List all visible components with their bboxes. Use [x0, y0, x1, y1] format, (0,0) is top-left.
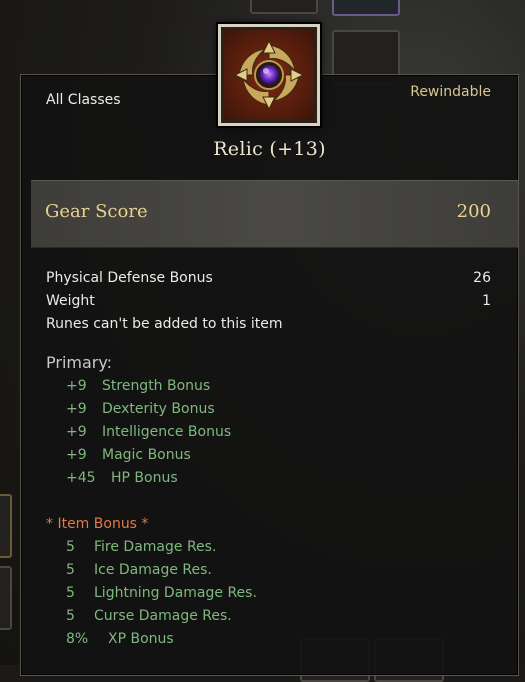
- stat-name: Magic Bonus: [102, 447, 191, 463]
- relic-emblem-icon: [224, 30, 314, 120]
- stat-amount: 5: [66, 608, 75, 624]
- bonus-stat: 5 Curse Damage Res.: [66, 608, 232, 624]
- gear-score-bar: Gear Score 200: [31, 180, 518, 248]
- property-value: 1: [482, 293, 491, 309]
- item-name: Relic (+13): [213, 138, 326, 160]
- stat-amount: 8%: [66, 631, 89, 647]
- stat-name: Strength Bonus: [102, 378, 211, 394]
- stat-name: Dexterity Bonus: [102, 401, 215, 417]
- primary-stat: +9 Strength Bonus: [66, 378, 210, 394]
- stat-name: Ice Damage Res.: [94, 562, 212, 578]
- stat-amount: 5: [66, 585, 75, 601]
- property-label: Weight: [46, 293, 95, 309]
- stat-name: XP Bonus: [108, 631, 174, 647]
- property-row: Weight 1: [46, 293, 491, 313]
- primary-stat: +9 Magic Bonus: [66, 447, 191, 463]
- stat-name: Curse Damage Res.: [94, 608, 232, 624]
- property-row: Runes can't be added to this item: [46, 316, 491, 336]
- stat-amount: 5: [66, 539, 75, 555]
- bonus-stat: 5 Lightning Damage Res.: [66, 585, 257, 601]
- inventory-slot[interactable]: [332, 0, 400, 16]
- stat-name: Lightning Damage Res.: [94, 585, 257, 601]
- stat-amount: 5: [66, 562, 75, 578]
- stat-name: Fire Damage Res.: [94, 539, 217, 555]
- rewindable-status: Rewindable: [410, 84, 491, 100]
- bonus-stat: 8% XP Bonus: [66, 631, 174, 647]
- stat-amount: +9: [66, 401, 87, 417]
- stat-amount: +9: [66, 447, 87, 463]
- primary-stat: +9 Dexterity Bonus: [66, 401, 215, 417]
- bonus-stat: 5 Ice Damage Res.: [66, 562, 212, 578]
- gear-score-label: Gear Score: [45, 201, 148, 222]
- inventory-slot[interactable]: [0, 494, 12, 558]
- stat-name: Intelligence Bonus: [102, 424, 232, 440]
- item-bonus-header: * Item Bonus *: [46, 516, 149, 532]
- primary-header: Primary:: [46, 353, 113, 372]
- inventory-slot[interactable]: [250, 0, 318, 14]
- item-tooltip: All Classes Rewindable Relic (+13) Gear …: [20, 24, 519, 676]
- property-label: Physical Defense Bonus: [46, 270, 213, 286]
- primary-stat: +9 Intelligence Bonus: [66, 424, 231, 440]
- property-label: Runes can't be added to this item: [46, 316, 283, 332]
- class-restriction: All Classes: [46, 92, 121, 108]
- stat-amount: +9: [66, 378, 87, 394]
- stat-amount: +9: [66, 424, 87, 440]
- item-icon-frame: [218, 24, 320, 126]
- stat-name: HP Bonus: [111, 470, 178, 486]
- bonus-stat: 5 Fire Damage Res.: [66, 539, 216, 555]
- property-value: 26: [473, 270, 491, 286]
- stat-amount: +45: [66, 470, 96, 486]
- property-row: Physical Defense Bonus 26: [46, 270, 491, 290]
- gear-score-value: 200: [456, 201, 491, 222]
- primary-stat: +45 HP Bonus: [66, 470, 178, 486]
- inventory-slot[interactable]: [0, 566, 12, 630]
